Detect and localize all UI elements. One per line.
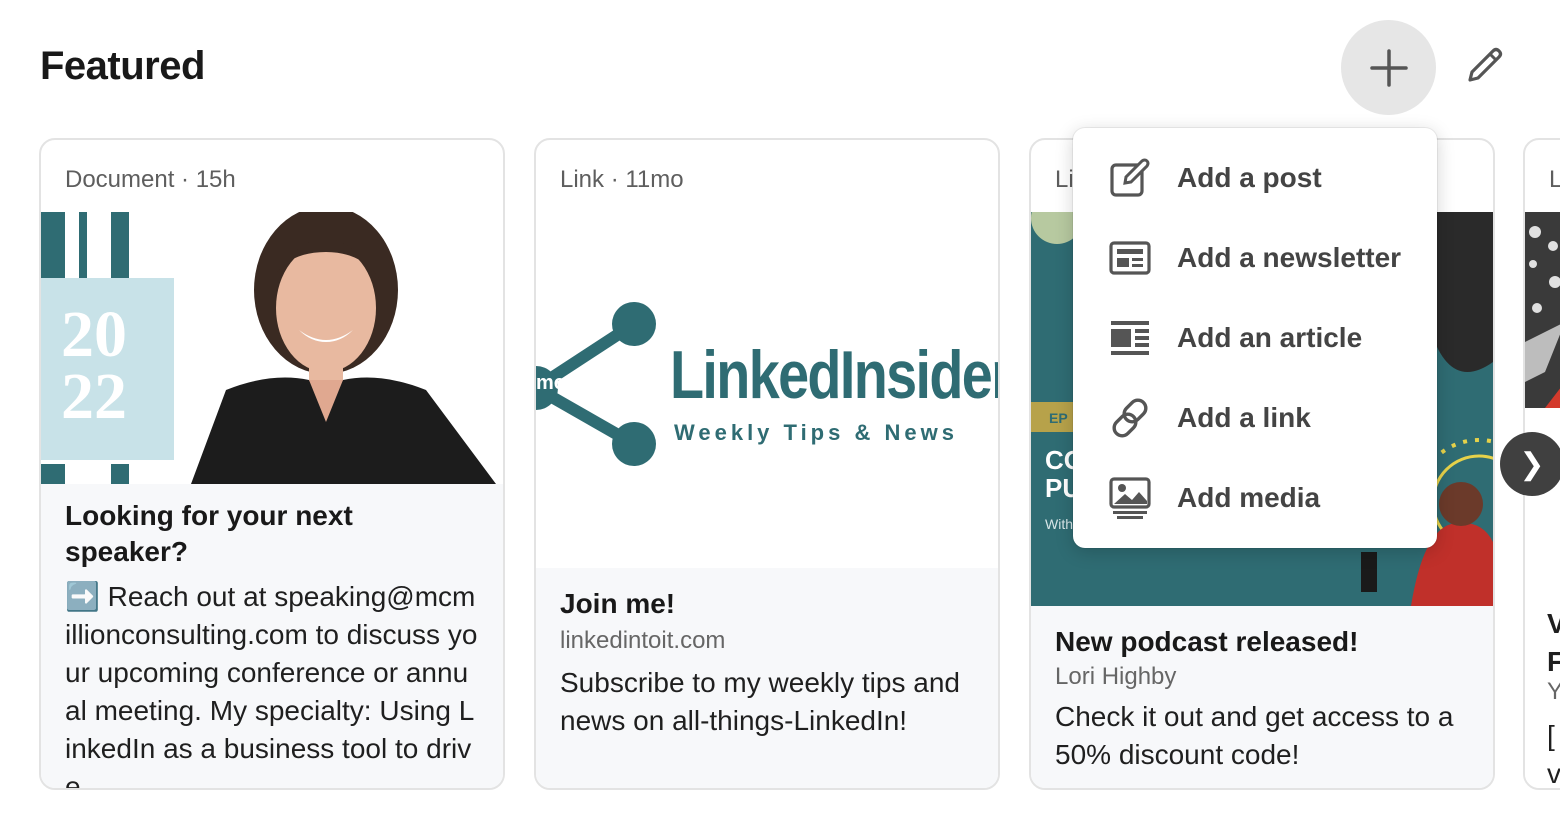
card-description: ➡️ Reach out at speaking@mcmillionconsul… bbox=[65, 581, 478, 790]
chevron-right-icon: ❯ bbox=[1519, 447, 1545, 481]
card-description: Check it out and get access to a 50% dis… bbox=[1055, 701, 1454, 770]
card-meta: Document · 15h bbox=[65, 166, 236, 193]
menu-item-label: Add a link bbox=[1177, 402, 1311, 433]
section-title: Featured bbox=[40, 44, 205, 88]
menu-item-label: Add a post bbox=[1177, 162, 1322, 193]
menu-item-label: Add a newsletter bbox=[1177, 242, 1402, 273]
card-title: New podcast released! bbox=[1055, 626, 1359, 657]
article-icon bbox=[1109, 317, 1151, 359]
edit-featured-button[interactable] bbox=[1448, 30, 1520, 102]
featured-card-document[interactable]: Document · 15h 20 22 Looking for your ne… bbox=[39, 138, 505, 790]
card-source: linkedintoit.com bbox=[560, 627, 726, 654]
card-meta: L bbox=[1549, 166, 1560, 194]
menu-item-add-article[interactable]: Add an article bbox=[1073, 298, 1437, 378]
edge-text: F bbox=[1547, 646, 1560, 678]
add-featured-menu: Add a post Add a newsletter Add an artic… bbox=[1073, 128, 1437, 548]
plus-icon bbox=[1369, 48, 1408, 87]
logo-subtitle: Weekly Tips & News bbox=[674, 420, 958, 445]
edge-text: V bbox=[1547, 608, 1560, 640]
card-description: Subscribe to my weekly tips and news on … bbox=[560, 667, 960, 736]
menu-item-label: Add an article bbox=[1177, 322, 1363, 353]
thumb-with-text: With bbox=[1045, 516, 1073, 532]
image-icon bbox=[1109, 477, 1151, 519]
newsletter-icon bbox=[1109, 237, 1151, 279]
thumb-year-top: 20 bbox=[61, 298, 127, 371]
edge-text: v bbox=[1547, 758, 1560, 789]
card-thumbnail bbox=[1525, 212, 1560, 408]
card-author: Lori Highby bbox=[1055, 663, 1177, 690]
menu-item-add-newsletter[interactable]: Add a newsletter bbox=[1073, 218, 1437, 298]
logo-badge: mc bbox=[536, 372, 565, 394]
card-title: Join me! bbox=[560, 588, 676, 619]
carousel-next-button[interactable]: ❯ bbox=[1500, 432, 1560, 496]
edge-text: Y bbox=[1547, 678, 1560, 706]
card-meta: Link · 11mo bbox=[560, 166, 684, 193]
menu-item-label: Add media bbox=[1177, 482, 1321, 513]
logo-title: LinkedInsider bbox=[670, 337, 998, 413]
card-title: Looking for your next speaker? bbox=[65, 500, 353, 567]
compose-icon bbox=[1109, 157, 1151, 199]
menu-item-add-media[interactable]: Add media bbox=[1073, 458, 1437, 538]
card-thumbnail: mc LinkedInsider Weekly Tips & News bbox=[536, 212, 998, 568]
featured-card-link[interactable]: Link · 11mo mc LinkedInsider Weekly Tips… bbox=[534, 138, 1000, 790]
add-featured-button[interactable] bbox=[1341, 20, 1436, 115]
card-thumbnail: 20 22 bbox=[41, 212, 503, 484]
link-icon bbox=[1109, 397, 1151, 439]
menu-item-add-link[interactable]: Add a link bbox=[1073, 378, 1437, 458]
edge-text: [ bbox=[1547, 720, 1555, 751]
pencil-icon bbox=[1468, 47, 1503, 82]
card-meta: Li bbox=[1055, 166, 1074, 193]
thumb-badge: EP bbox=[1049, 410, 1068, 426]
thumb-year-bottom: 22 bbox=[61, 360, 127, 433]
menu-item-add-post[interactable]: Add a post bbox=[1073, 138, 1437, 218]
